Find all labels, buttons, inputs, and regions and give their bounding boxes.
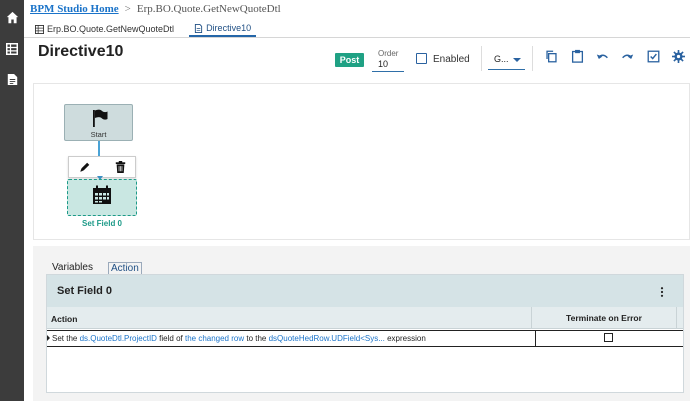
tab-directive-label: Directive10	[206, 23, 252, 33]
breadcrumb: BPM Studio Home > Erp.BO.Quote.GetNewQuote…	[30, 3, 281, 17]
action-text: expression	[384, 334, 426, 343]
row-link[interactable]: the changed row	[185, 334, 244, 343]
column-header-terminate: Terminate on Error	[531, 307, 677, 329]
action-card-title: Set Field 0	[57, 285, 113, 297]
copy-icon[interactable]	[543, 48, 559, 64]
set-field-node[interactable]	[67, 179, 137, 216]
edit-icon[interactable]	[78, 160, 92, 174]
start-node[interactable]: Start	[64, 104, 133, 141]
tab-method-label: Erp.BO.Quote.GetNewQuoteDtl	[47, 24, 175, 34]
more-options-icon[interactable]	[660, 287, 664, 297]
field-link[interactable]: ds.QuoteDtl.ProjectID	[80, 334, 157, 343]
column-header-terminate-label: Terminate on Error	[566, 313, 642, 323]
settings-icon[interactable]	[670, 48, 686, 64]
grid-header: Action Terminate on Error	[47, 307, 683, 329]
set-field-node-label: Set Field 0	[81, 219, 122, 228]
action-text: Set the	[52, 334, 80, 343]
enabled-label: Enabled	[433, 54, 470, 65]
breadcrumb-home-link[interactable]: BPM Studio Home	[30, 3, 119, 15]
row-indicator-icon	[47, 335, 50, 341]
report-icon[interactable]	[0, 66, 24, 92]
paste-icon[interactable]	[569, 48, 585, 64]
action-card-header: Set Field 0	[47, 275, 683, 307]
order-value: 10	[378, 59, 389, 69]
breadcrumb-path: Erp.BO.Quote.GetNewQuoteDtl	[136, 3, 281, 15]
divider	[481, 46, 482, 71]
divider	[532, 46, 533, 71]
calendar-icon	[93, 185, 111, 204]
redo-icon[interactable]	[619, 48, 635, 64]
tab-bar: Erp.BO.Quote.GetNewQuoteDtl Directive10	[30, 21, 257, 37]
tabs-divider	[24, 37, 690, 38]
action-description: Set the ds.QuoteDtl.ProjectID field of t…	[52, 334, 426, 343]
terminate-on-error-checkbox[interactable]	[604, 333, 613, 342]
panel-splitter-handle[interactable]	[353, 242, 373, 251]
tab-directive[interactable]: Directive10	[189, 21, 257, 37]
chevron-down-icon	[513, 58, 521, 62]
group-select[interactable]: G...	[488, 48, 525, 70]
table-row[interactable]: Set the ds.QuoteDtl.ProjectID field of t…	[47, 330, 683, 347]
breadcrumb-separator: >	[124, 3, 131, 15]
validate-icon[interactable]	[645, 48, 661, 64]
expression-link[interactable]: dsQuoteHedRow.UDField<Sys...	[269, 334, 385, 343]
order-label: Order	[378, 49, 399, 58]
terminate-cell	[535, 331, 683, 346]
home-icon[interactable]	[0, 4, 24, 30]
group-select-value: G...	[494, 54, 509, 64]
undo-icon[interactable]	[594, 48, 610, 64]
table-icon[interactable]	[0, 36, 24, 62]
order-field[interactable]: Order 10	[372, 46, 404, 72]
delete-icon[interactable]	[113, 160, 127, 174]
action-text: field of	[156, 334, 185, 343]
table-icon	[35, 24, 44, 34]
start-node-label: Start	[90, 130, 107, 139]
action-text: to the	[244, 334, 269, 343]
page-title: Directive10	[38, 43, 124, 60]
flag-icon	[93, 109, 108, 127]
column-header-action: Action	[51, 314, 78, 324]
connector-line	[98, 141, 100, 156]
action-card: Set Field 0 Action Terminate on Error Se…	[46, 274, 684, 393]
document-icon	[194, 23, 203, 33]
tab-method[interactable]: Erp.BO.Quote.GetNewQuoteDtl	[30, 21, 179, 37]
node-toolbar	[68, 156, 136, 178]
enabled-checkbox[interactable]	[416, 53, 427, 64]
tab-variables[interactable]: Variables	[52, 262, 93, 273]
left-rail	[0, 0, 24, 401]
status-badge: Post	[335, 53, 364, 67]
